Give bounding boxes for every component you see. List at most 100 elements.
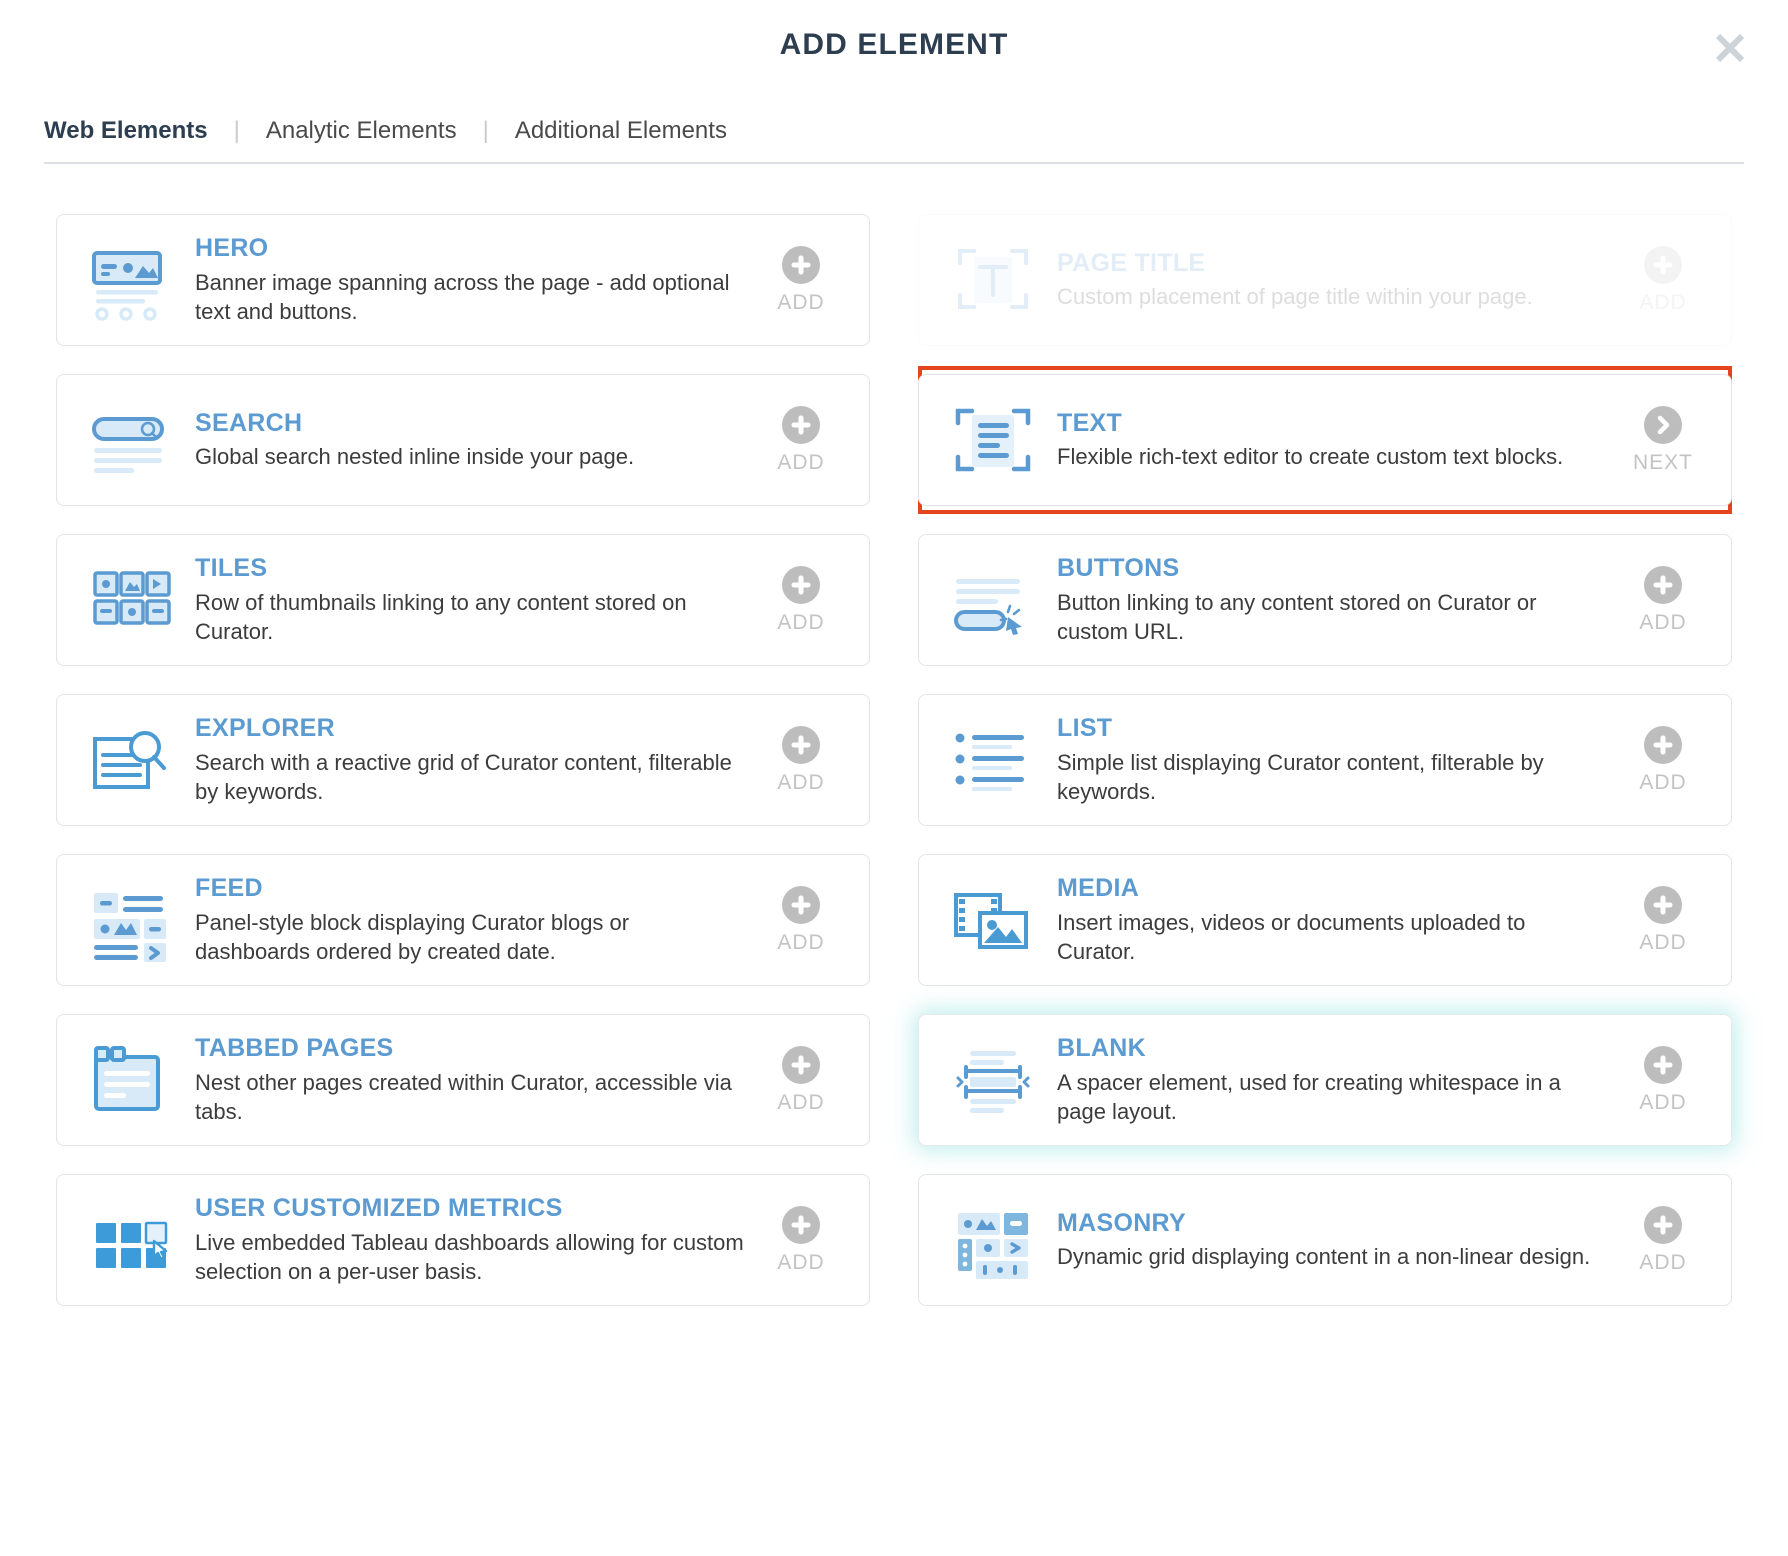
tab-web-elements[interactable]: Web Elements [44,117,208,145]
user-customized-metrics-icon [83,1192,179,1288]
elements-grid: HERO Banner image spanning across the pa… [0,164,1788,1320]
element-description: Simple list displaying Curator content, … [1057,749,1544,805]
card-body: MEDIA Insert images, videos or documents… [1041,873,1617,966]
element-card-masonry[interactable]: MASONRY Dynamic grid displaying content … [918,1174,1732,1306]
feed-icon [83,872,179,968]
add-button-label: ADD [777,770,825,794]
page-title: ADD ELEMENT [779,28,1009,61]
element-card-feed[interactable]: FEED Panel-style block displaying Curato… [56,854,870,986]
tab-additional-elements[interactable]: Additional Elements [515,117,727,145]
element-title: BLANK [1057,1034,1146,1063]
add-button[interactable]: ADD [755,245,847,315]
tab-separator-2: | [482,117,489,144]
tabs-bar: Web Elements | Analytic Elements | Addit… [0,98,1788,164]
hero-icon [83,232,179,328]
add-button[interactable]: ADD [755,1205,847,1275]
add-button-label: ADD [777,450,825,474]
page-title-icon [945,232,1041,328]
element-card-explorer[interactable]: EXPLORER Search with a reactive grid of … [56,694,870,826]
add-button[interactable]: ADD [1617,725,1709,795]
add-button[interactable]: ADD [755,1045,847,1115]
card-body: TEXT Flexible rich-text editor to create… [1041,408,1617,472]
element-description: Custom placement of page title within yo… [1057,284,1533,310]
tabs-underline [44,162,1744,164]
next-button[interactable]: NEXT [1617,405,1709,475]
add-button[interactable]: ADD [1617,1045,1709,1115]
plus-icon [1644,885,1682,924]
element-title: PAGE TITLE [1057,249,1206,278]
cell-feed: FEED Panel-style block displaying Curato… [56,840,870,1000]
element-description: Panel-style block displaying Curator blo… [195,909,630,965]
card-body: MASONRY Dynamic grid displaying content … [1041,1208,1617,1272]
add-button-label: ADD [1639,930,1687,954]
buttons-icon [945,552,1041,648]
element-title: HERO [195,234,269,263]
card-body: LIST Simple list displaying Curator cont… [1041,713,1617,806]
element-card-hero[interactable]: HERO Banner image spanning across the pa… [56,214,870,346]
card-body: USER CUSTOMIZED METRICS Live embedded Ta… [179,1193,755,1286]
modal-header: ADD ELEMENT [0,0,1788,98]
add-button[interactable]: ADD [755,565,847,635]
cell-tiles: TILES Row of thumbnails linking to any c… [56,520,870,680]
plus-icon [1644,245,1682,284]
element-card-user-customized-metrics[interactable]: USER CUSTOMIZED METRICS Live embedded Ta… [56,1174,870,1306]
element-description: Row of thumbnails linking to any content… [195,589,687,645]
chevron-right-icon [1644,405,1682,444]
card-body: TILES Row of thumbnails linking to any c… [179,553,755,646]
element-description: Banner image spanning across the page - … [195,269,730,325]
add-button-label: ADD [1639,610,1687,634]
add-button-label: ADD [1639,770,1687,794]
card-body: TABBED PAGES Nest other pages created wi… [179,1033,755,1126]
blank-icon [945,1032,1041,1128]
plus-icon [782,565,820,604]
plus-icon [782,1205,820,1244]
add-element-modal: ADD ELEMENT Web Elements | Analytic Elem… [0,0,1788,1556]
plus-icon [1644,565,1682,604]
card-body: SEARCH Global search nested inline insid… [179,408,755,472]
add-button-label: ADD [1639,1250,1687,1274]
cell-list: LIST Simple list displaying Curator cont… [918,680,1732,840]
add-button-label: ADD [1639,290,1687,314]
element-card-tabbed-pages[interactable]: TABBED PAGES Nest other pages created wi… [56,1014,870,1146]
cell-tabbed-pages: TABBED PAGES Nest other pages created wi… [56,1000,870,1160]
cell-search: SEARCH Global search nested inline insid… [56,360,870,520]
close-icon[interactable] [1704,22,1756,74]
add-button-label: ADD [1639,1090,1687,1114]
add-button[interactable]: ADD [1617,1205,1709,1275]
tab-analytic-elements[interactable]: Analytic Elements [266,117,457,145]
add-button[interactable]: ADD [1617,885,1709,955]
list-icon [945,712,1041,808]
element-title: TEXT [1057,409,1123,438]
add-button-label: ADD [777,290,825,314]
plus-icon [1644,725,1682,764]
plus-icon [1644,1045,1682,1084]
add-button[interactable]: ADD [755,405,847,475]
element-description: Search with a reactive grid of Curator c… [195,749,732,805]
element-card-page-title: PAGE TITLE Custom placement of page titl… [918,214,1732,346]
cell-media: MEDIA Insert images, videos or documents… [918,840,1732,1000]
element-title: TABBED PAGES [195,1034,394,1063]
cell-blank: BLANK A spacer element, used for creatin… [918,1000,1732,1160]
card-body: BLANK A spacer element, used for creatin… [1041,1033,1617,1126]
element-card-media[interactable]: MEDIA Insert images, videos or documents… [918,854,1732,986]
plus-icon [782,885,820,924]
add-button[interactable]: ADD [755,725,847,795]
next-button-label: NEXT [1632,450,1693,474]
element-card-list[interactable]: LIST Simple list displaying Curator cont… [918,694,1732,826]
element-card-blank[interactable]: BLANK A spacer element, used for creatin… [918,1014,1732,1146]
element-card-tiles[interactable]: TILES Row of thumbnails linking to any c… [56,534,870,666]
add-button[interactable]: ADD [755,885,847,955]
tabbed-pages-icon [83,1032,179,1128]
add-button-label: ADD [777,930,825,954]
element-card-search[interactable]: SEARCH Global search nested inline insid… [56,374,870,506]
add-button[interactable]: ADD [1617,565,1709,635]
plus-icon [782,725,820,764]
element-card-buttons[interactable]: BUTTONS Button linking to any content st… [918,534,1732,666]
cell-text: TEXT Flexible rich-text editor to create… [918,360,1732,520]
text-icon [945,392,1041,488]
media-icon [945,872,1041,968]
element-card-text[interactable]: TEXT Flexible rich-text editor to create… [918,374,1732,506]
element-title: FEED [195,874,263,903]
element-title: MEDIA [1057,874,1140,903]
tab-separator-1: | [233,117,240,144]
